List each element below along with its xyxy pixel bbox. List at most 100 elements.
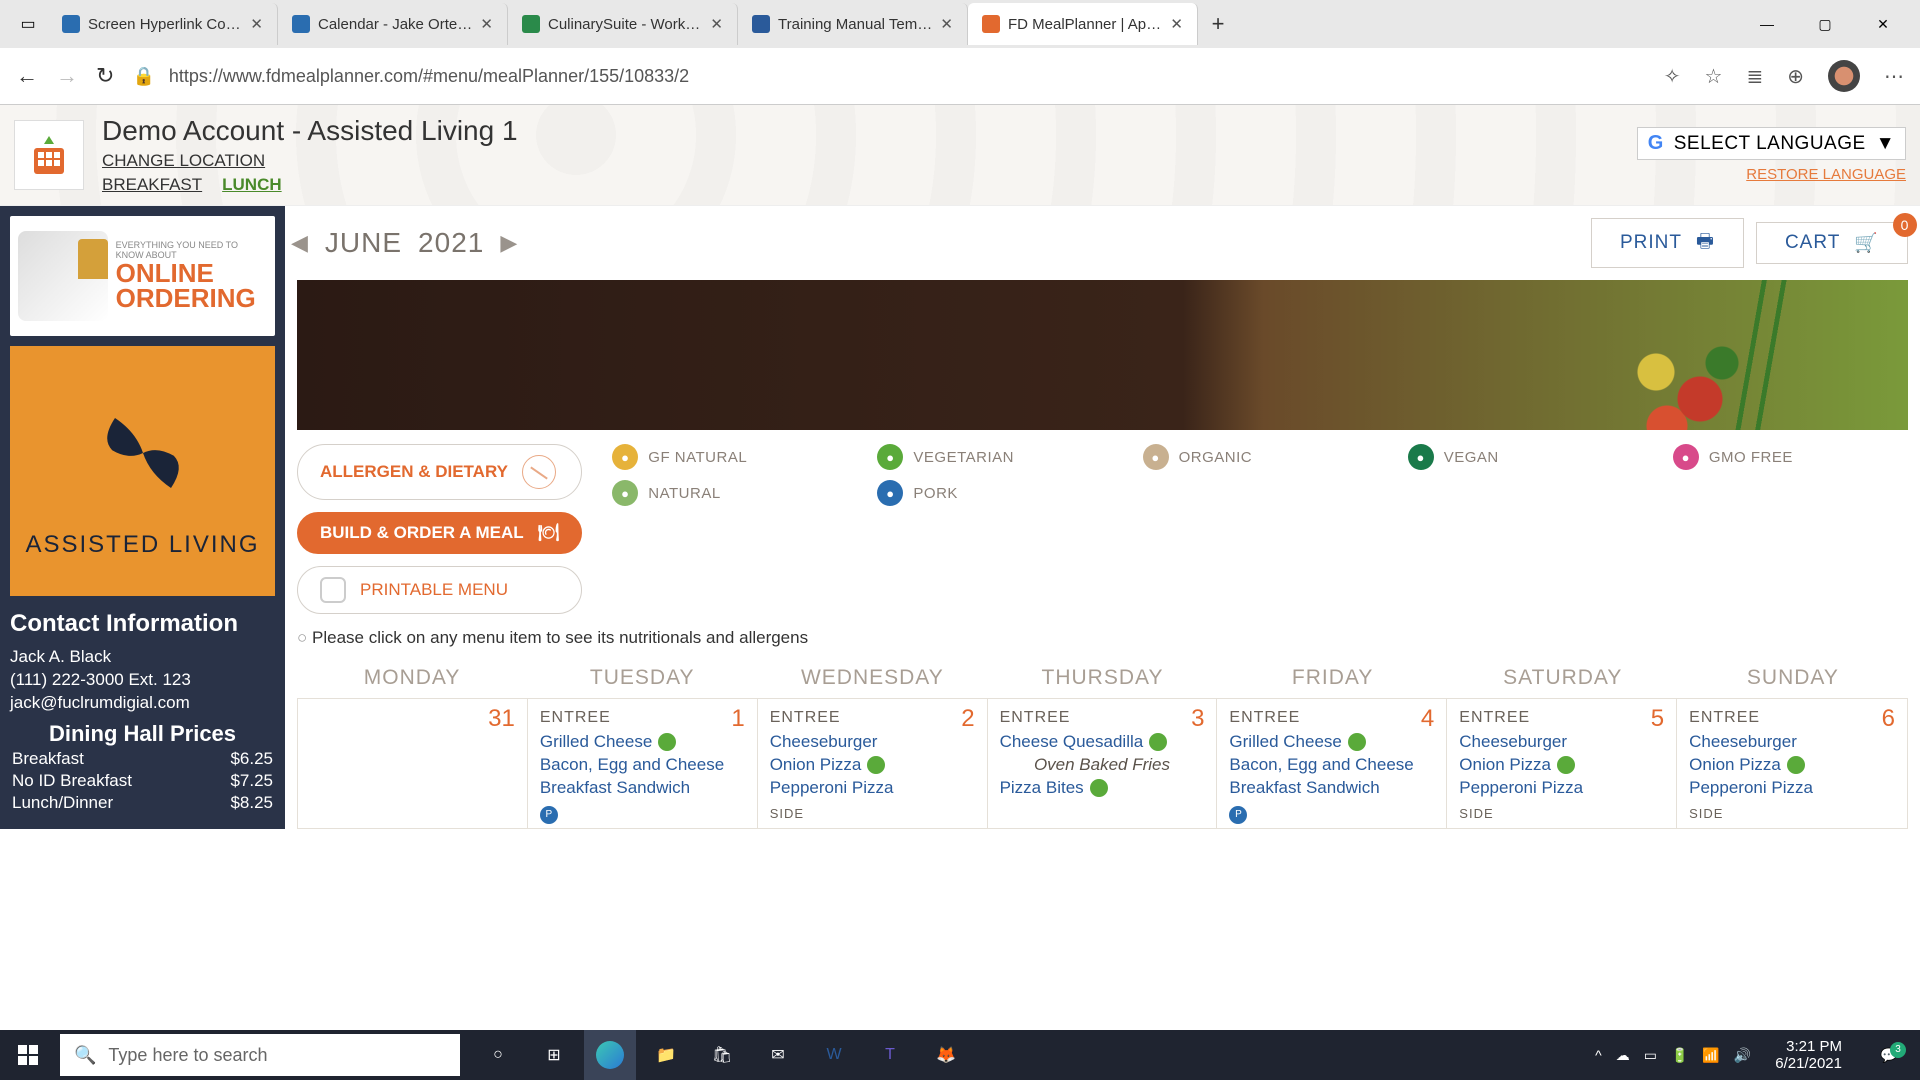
tracking-icon[interactable]: ✧ [1664, 64, 1681, 89]
close-tab-icon[interactable]: ✕ [940, 15, 953, 33]
legend-item[interactable]: ●PORK [877, 480, 1112, 506]
close-window-button[interactable]: ✕ [1854, 3, 1912, 45]
site-logo[interactable] [14, 120, 84, 190]
menu-item[interactable]: Bacon, Egg and Cheese Breakfast Sandwich… [540, 754, 745, 824]
address-bar[interactable]: 🔒 https://www.fdmealplanner.com/#menu/me… [132, 66, 1645, 87]
printable-menu-button[interactable]: PRINTABLE MENU [297, 566, 582, 614]
browser-tab[interactable]: CulinarySuite - Workflow &✕ [508, 3, 738, 45]
wifi-icon[interactable]: 📶 [1702, 1047, 1719, 1064]
close-tab-icon[interactable]: ✕ [480, 15, 493, 33]
cart-button[interactable]: CART 🛒 0 [1756, 222, 1908, 264]
tab-breakfast[interactable]: BREAKFAST [102, 175, 202, 195]
legend-item[interactable]: ●VEGAN [1408, 444, 1643, 470]
word-icon[interactable]: W [808, 1030, 860, 1080]
menu-item[interactable]: Onion Pizza [1459, 754, 1664, 777]
firefox-icon[interactable]: 🦊 [920, 1030, 972, 1080]
build-order-meal-button[interactable]: BUILD & ORDER A MEAL 🍽 [297, 512, 582, 554]
task-view-icon[interactable]: ⊞ [528, 1030, 580, 1080]
tray-chevron-icon[interactable]: ^ [1595, 1047, 1602, 1063]
legend-badge-icon: ● [612, 480, 638, 506]
back-button[interactable]: ← [16, 63, 38, 89]
refresh-button[interactable]: ↻ [96, 63, 114, 89]
calendar-cell: 5ENTREECheeseburgerOnion PizzaPepperoni … [1447, 699, 1677, 828]
onedrive-icon[interactable]: ☁ [1616, 1047, 1630, 1064]
collections-icon[interactable]: ⊕ [1787, 64, 1804, 89]
legend-item[interactable]: ●ORGANIC [1143, 444, 1378, 470]
start-button[interactable] [0, 1045, 56, 1065]
favorite-icon[interactable]: ☆ [1705, 64, 1723, 89]
print-button[interactable]: PRINT 🖶 [1591, 218, 1744, 268]
promo-online-ordering[interactable]: EVERYTHING YOU NEED TO KNOW ABOUT ONLINE… [10, 216, 275, 336]
system-tray: ^ ☁ ▭ 🔋 📶 🔊 3:21 PM 6/21/2021 💬3 [1587, 1038, 1920, 1073]
explorer-icon[interactable]: 📁 [640, 1030, 692, 1080]
diet-badge-icon [1348, 733, 1366, 751]
maximize-button[interactable]: ▢ [1796, 3, 1854, 45]
edge-icon[interactable] [584, 1030, 636, 1080]
category-label: ENTREE [1689, 709, 1895, 727]
tab-lunch[interactable]: LUNCH [222, 175, 282, 195]
search-icon: 🔍 [74, 1045, 96, 1066]
menu-item[interactable]: Oven Baked Fries [1000, 754, 1205, 777]
cortana-icon[interactable]: ○ [472, 1030, 524, 1080]
menu-item[interactable]: Onion Pizza [770, 754, 975, 777]
account-title: Demo Account - Assisted Living 1 [102, 115, 518, 147]
browser-tab[interactable]: Screen Hyperlink Configur✕ [48, 3, 278, 45]
teams-icon[interactable]: T [864, 1030, 916, 1080]
tab-strip: ▭ Screen Hyperlink Configur✕Calendar - J… [0, 0, 1920, 48]
allergen-dietary-button[interactable]: ALLERGEN & DIETARY [297, 444, 582, 500]
favicon-icon [292, 15, 310, 33]
browser-tab[interactable]: Calendar - Jake Ortega - C✕ [278, 3, 508, 45]
battery-icon[interactable]: 🔋 [1671, 1047, 1688, 1064]
price-row: Lunch/Dinner$8.25 [12, 793, 273, 813]
mail-icon[interactable]: ✉ [752, 1030, 804, 1080]
close-tab-icon[interactable]: ✕ [710, 15, 723, 33]
menu-item[interactable]: Cheeseburger [1689, 731, 1895, 754]
url-text: https://www.fdmealplanner.com/#menu/meal… [169, 66, 689, 87]
menu-item[interactable]: Onion Pizza [1689, 754, 1895, 777]
restore-language-link[interactable]: RESTORE LANGUAGE [1637, 166, 1906, 183]
action-center-icon[interactable]: 💬3 [1866, 1047, 1912, 1064]
menu-item[interactable]: Pepperoni Pizza [770, 777, 975, 800]
menu-item[interactable]: Pizza Bites [1000, 777, 1205, 800]
store-icon[interactable]: 🛍 [696, 1030, 748, 1080]
taskbar-search[interactable]: 🔍 Type here to search [60, 1034, 460, 1076]
forward-button[interactable]: → [56, 63, 78, 89]
meet-icon[interactable]: ▭ [1644, 1047, 1657, 1064]
prev-month-button[interactable]: ◀ [291, 230, 309, 256]
more-icon[interactable]: ⋯ [1884, 64, 1904, 89]
legend-item[interactable]: ●GF NATURAL [612, 444, 847, 470]
diet-badge-icon [1149, 733, 1167, 751]
next-month-button[interactable]: ▶ [500, 230, 518, 256]
browser-tab[interactable]: Training Manual Template✕ [738, 3, 968, 45]
change-location-link[interactable]: CHANGE LOCATION [102, 151, 518, 171]
minimize-button[interactable]: — [1738, 3, 1796, 45]
menu-item[interactable]: Pepperoni Pizza [1689, 777, 1895, 800]
clock[interactable]: 3:21 PM 6/21/2021 [1765, 1038, 1852, 1073]
close-tab-icon[interactable]: ✕ [1170, 15, 1183, 33]
new-tab-button[interactable]: + [1198, 11, 1238, 37]
menu-item[interactable]: Pepperoni Pizza [1459, 777, 1664, 800]
menu-item[interactable]: Cheeseburger [1459, 731, 1664, 754]
legend-item[interactable]: ●GMO FREE [1673, 444, 1908, 470]
language-select[interactable]: G SELECT LANGUAGE ▼ [1637, 127, 1906, 160]
tab-actions-icon[interactable]: ▭ [8, 14, 48, 34]
menu-item[interactable]: Bacon, Egg and Cheese Breakfast Sandwich… [1229, 754, 1434, 824]
day-number: 4 [1421, 705, 1434, 733]
menu-item[interactable]: Cheeseburger [770, 731, 975, 754]
menu-item[interactable]: Cheese Quesadilla [1000, 731, 1205, 754]
legend-badge-icon: ● [877, 480, 903, 506]
day-of-week-header: MONDAYTUESDAYWEDNESDAYTHURSDAYFRIDAYSATU… [285, 652, 1920, 698]
favorites-bar-icon[interactable]: ≣ [1746, 64, 1763, 89]
assisted-living-card[interactable]: ASSISTED LIVING [10, 346, 275, 596]
price-row: No ID Breakfast$7.25 [12, 771, 273, 791]
menu-item[interactable]: Grilled Cheese [540, 731, 745, 754]
menu-item[interactable]: Grilled Cheese [1229, 731, 1434, 754]
day-number: 5 [1651, 705, 1664, 733]
volume-icon[interactable]: 🔊 [1734, 1047, 1751, 1064]
day-number: 31 [488, 705, 515, 733]
legend-item[interactable]: ●NATURAL [612, 480, 847, 506]
profile-avatar[interactable] [1828, 60, 1860, 92]
browser-tab[interactable]: FD MealPlanner | Applicat✕ [968, 3, 1198, 45]
close-tab-icon[interactable]: ✕ [250, 15, 263, 33]
legend-item[interactable]: ●VEGETARIAN [877, 444, 1112, 470]
